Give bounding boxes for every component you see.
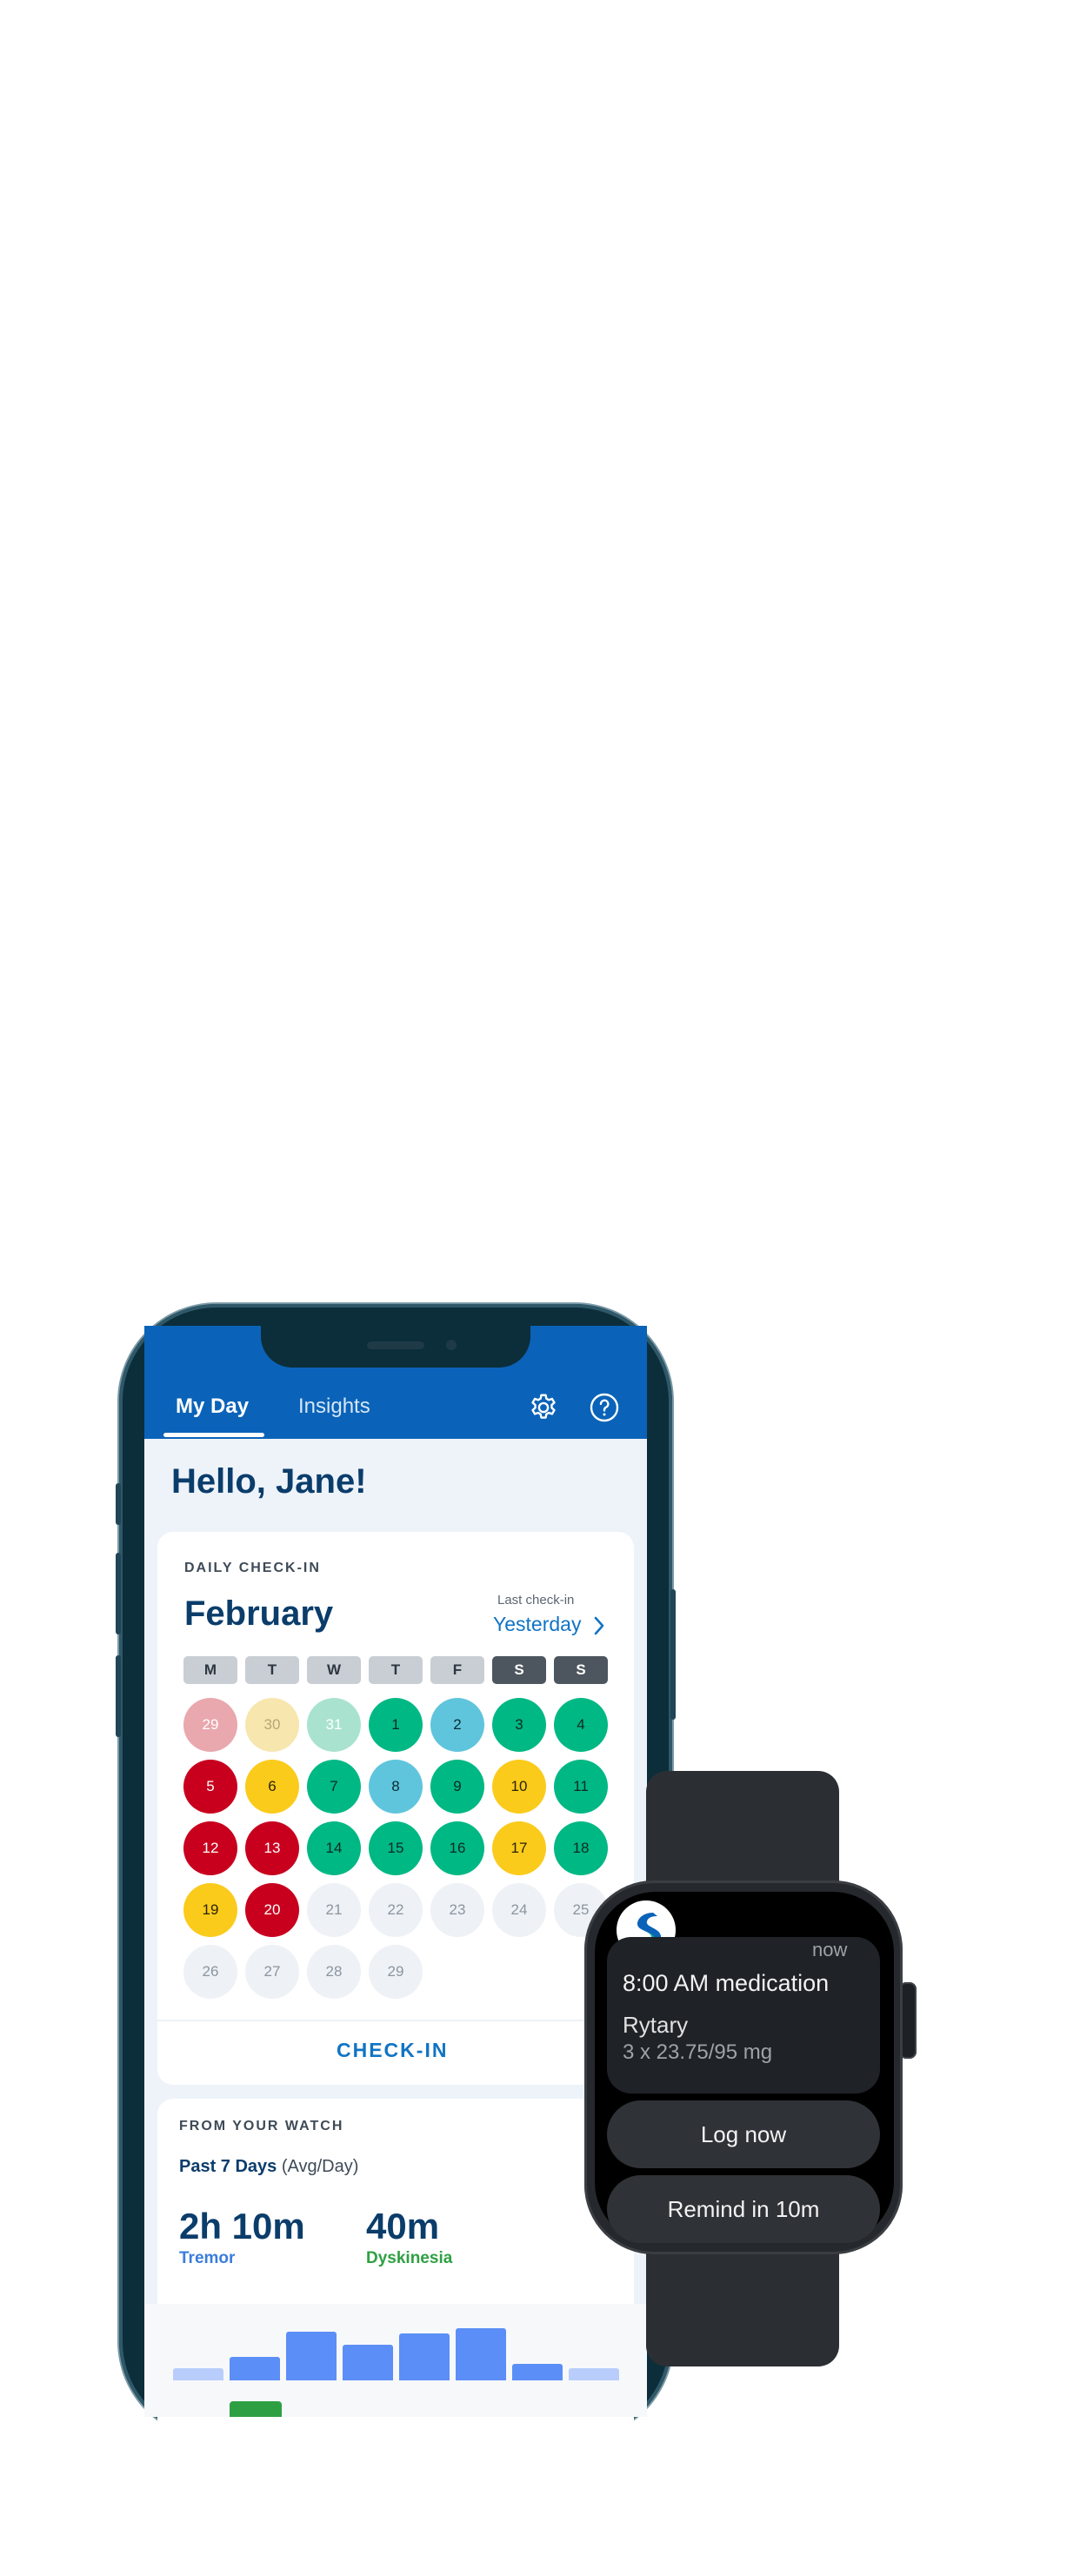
help-icon[interactable] xyxy=(589,1392,620,1423)
tremor-label: Tremor xyxy=(179,2249,236,2267)
chart-bar xyxy=(456,2328,506,2380)
tremor-value: 2h 10m xyxy=(179,2206,305,2247)
phone-mute-switch xyxy=(116,1483,121,1525)
period-value: Past 7 Days xyxy=(179,2157,277,2176)
calendar-day[interactable]: 14 xyxy=(307,1821,361,1875)
mini-chart-area xyxy=(144,2304,647,2417)
chart-bar xyxy=(286,2332,337,2380)
calendar-day[interactable]: 6 xyxy=(245,1760,299,1814)
remind-button[interactable]: Remind in 10m xyxy=(607,2175,880,2243)
last-checkin-label: Last check-in xyxy=(497,1593,575,1608)
calendar-day[interactable]: 22 xyxy=(369,1883,423,1937)
chart-bar xyxy=(343,2345,393,2380)
phone-volume-down xyxy=(116,1655,121,1737)
chart-bar xyxy=(173,2368,223,2380)
tab-insights[interactable]: Insights xyxy=(298,1395,370,1419)
calendar-month: February xyxy=(184,1594,334,1633)
calendar-day[interactable]: 30 xyxy=(245,1698,299,1752)
dyskinesia-bar xyxy=(230,2401,282,2417)
calendar-day[interactable]: 11 xyxy=(554,1760,608,1814)
greeting-heading: Hello, Jane! xyxy=(171,1462,367,1501)
calendar-day[interactable]: 2 xyxy=(430,1698,484,1752)
phone-speaker xyxy=(367,1341,424,1349)
dyskinesia-value: 40m xyxy=(366,2206,440,2247)
medication-name: Rytary xyxy=(623,2012,689,2038)
gear-icon[interactable] xyxy=(528,1392,559,1423)
calendar-day[interactable]: 13 xyxy=(245,1821,299,1875)
chart-bar xyxy=(569,2368,619,2380)
tab-active-indicator xyxy=(163,1433,264,1437)
calendar-day[interactable]: 15 xyxy=(369,1821,423,1875)
calendar-day[interactable]: 9 xyxy=(430,1760,484,1814)
weekday-label: F xyxy=(430,1656,484,1684)
calendar-day[interactable]: 8 xyxy=(369,1760,423,1814)
notification-time: now xyxy=(812,1939,848,1960)
last-checkin-link[interactable]: Yesterday xyxy=(493,1613,581,1636)
weekday-label: S xyxy=(492,1656,546,1684)
calendar-day[interactable]: 16 xyxy=(430,1821,484,1875)
card-divider xyxy=(157,2020,634,2021)
calendar-day[interactable]: 29 xyxy=(369,1945,423,1999)
calendar-day[interactable]: 21 xyxy=(307,1883,361,1937)
chart-bar xyxy=(399,2333,450,2380)
weekday-label: S xyxy=(554,1656,608,1684)
calendar-day[interactable]: 12 xyxy=(183,1821,237,1875)
calendar-day[interactable]: 18 xyxy=(554,1821,608,1875)
notification-title: 8:00 AM medication xyxy=(623,1970,830,1996)
calendar-day[interactable]: 10 xyxy=(492,1760,546,1814)
chart-bar xyxy=(512,2364,563,2380)
log-now-button[interactable]: Log now xyxy=(607,2100,880,2168)
calendar-day[interactable]: 29 xyxy=(183,1698,237,1752)
phone-camera xyxy=(446,1340,457,1350)
calendar-day[interactable]: 27 xyxy=(245,1945,299,1999)
chart-bar xyxy=(230,2357,280,2380)
mini-bar-chart xyxy=(173,2328,625,2380)
dyskinesia-label: Dyskinesia xyxy=(366,2249,453,2267)
calendar-day[interactable]: 31 xyxy=(307,1698,361,1752)
calendar-day[interactable]: 23 xyxy=(430,1883,484,1937)
phone-power-button xyxy=(670,1589,676,1720)
phone-volume-up xyxy=(116,1553,121,1634)
calendar-day[interactable]: 26 xyxy=(183,1945,237,1999)
chevron-right-icon[interactable] xyxy=(593,1615,605,1636)
check-in-button[interactable]: CHECK-IN xyxy=(337,2039,448,2062)
checkin-section-label: DAILY CHECK-IN xyxy=(184,1561,321,1575)
calendar-day[interactable]: 19 xyxy=(183,1883,237,1937)
watch-section-label: FROM YOUR WATCH xyxy=(179,2119,344,2133)
calendar-day[interactable]: 7 xyxy=(307,1760,361,1814)
calendar-day[interactable]: 3 xyxy=(492,1698,546,1752)
calendar-day[interactable]: 4 xyxy=(554,1698,608,1752)
calendar-day[interactable]: 24 xyxy=(492,1883,546,1937)
calendar-day[interactable]: 1 xyxy=(369,1698,423,1752)
calendar-day[interactable]: 5 xyxy=(183,1760,237,1814)
weekday-label: T xyxy=(369,1656,423,1684)
calendar-day[interactable]: 28 xyxy=(307,1945,361,1999)
medication-dose: 3 x 23.75/95 mg xyxy=(623,2040,773,2064)
calendar-day[interactable]: 17 xyxy=(492,1821,546,1875)
tab-my-day[interactable]: My Day xyxy=(176,1395,249,1419)
period-note: (Avg/Day) xyxy=(281,2157,359,2176)
weekday-label: T xyxy=(245,1656,299,1684)
weekday-label: M xyxy=(183,1656,237,1684)
period-label: Past 7 Days (Avg/Day) xyxy=(179,2157,358,2177)
calendar-day[interactable]: 20 xyxy=(245,1883,299,1937)
weekday-label: W xyxy=(307,1656,361,1684)
